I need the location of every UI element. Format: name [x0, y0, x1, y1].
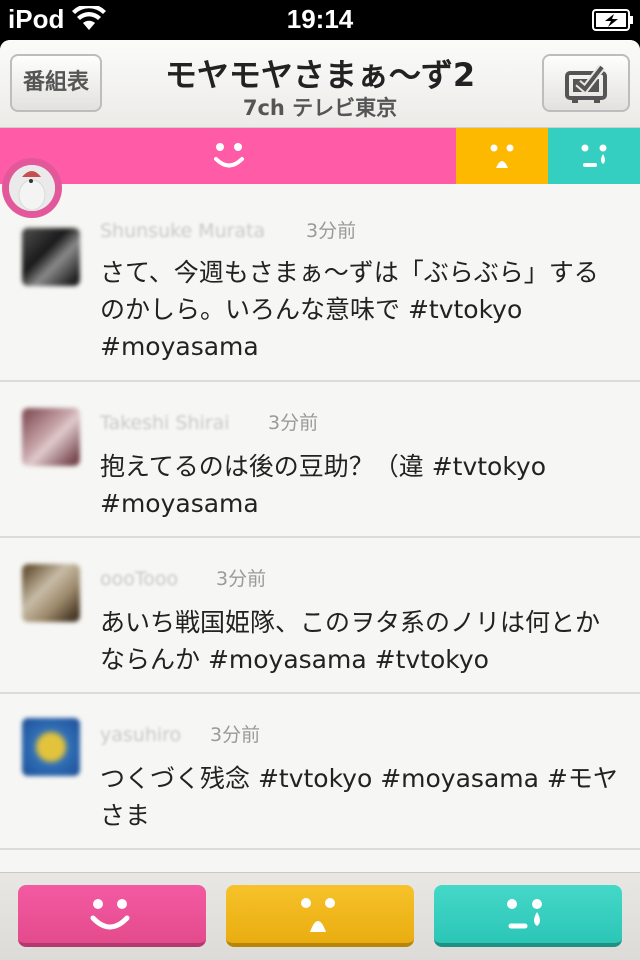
tweet-item[interactable]: Takeshi Shirai 3分前 抱えてるのは後の豆助？（違 #tvtoky… — [0, 382, 640, 538]
mood-worried-segment — [456, 128, 548, 184]
crying-face-icon — [507, 899, 542, 929]
page-title: モヤモヤさまぁ〜ず2 — [164, 56, 476, 94]
status-bar: iPod 19:14 — [0, 0, 640, 40]
worried-face-icon — [490, 144, 514, 168]
battery-charging-icon — [592, 9, 633, 31]
worried-face-icon — [301, 898, 335, 932]
tweet-timestamp: 3分前 — [216, 568, 267, 590]
tweet-avatar — [22, 718, 80, 776]
tweet-feed[interactable]: Shunsuke Murata 3分前 さて、今週もさまぁ〜ずは「ぶらぶら」する… — [0, 184, 640, 872]
smile-face-icon — [90, 899, 130, 930]
tweet-item[interactable]: yasuhiro 3分前 つくづく残念 #tvtokyo #moyasama #… — [0, 694, 640, 850]
tweet-text: さて、今週もさまぁ〜ずは「ぶらぶら」するのかしら。いろんな意味で #tvtoky… — [100, 258, 599, 361]
tweet-timestamp: 3分前 — [210, 724, 261, 746]
tweet-item[interactable]: Shunsuke Murata 3分前 さて、今週もさまぁ〜ずは「ぶらぶら」する… — [0, 184, 640, 382]
tweet-timestamp: 3分前 — [306, 220, 357, 242]
tweet-username: Shunsuke Murata — [100, 220, 266, 242]
navigation-bar: 番組表 モヤモヤさまぁ〜ず2 7ch テレビ東京 — [0, 40, 640, 128]
mood-sad-segment — [548, 128, 640, 184]
channel-subtitle: 7ch テレビ東京 — [242, 96, 398, 120]
tweet-text: 抱えてるのは後の豆助？（違 #tvtokyo #moyasama — [100, 452, 547, 518]
user-avatar-badge[interactable] — [2, 158, 62, 218]
tweet-text: あいち戦国姫隊、このヲタ系のノリは何とかならんか #moyasama #tvto… — [100, 608, 601, 674]
reaction-toolbar — [0, 872, 640, 960]
crying-face-icon — [581, 144, 607, 167]
app-screen: 番組表 モヤモヤさまぁ〜ず2 7ch テレビ東京 Shunsuke Murata… — [0, 40, 640, 960]
tweet-timestamp: 3分前 — [268, 412, 319, 434]
mood-happy-segment — [0, 128, 456, 184]
worried-reaction-button[interactable] — [226, 885, 414, 947]
tweet-text: つくづく残念 #tvtokyo #moyasama #モヤさま — [100, 764, 618, 830]
tweet-username: oooTooo — [100, 568, 179, 590]
tweet-avatar — [22, 564, 80, 622]
smile-face-icon — [214, 143, 244, 168]
tweet-avatar — [22, 228, 80, 286]
tweet-item[interactable]: oooTooo 3分前 あいち戦国姫隊、このヲタ系のノリは何とかならんか #mo… — [0, 538, 640, 694]
mood-meter — [0, 128, 640, 184]
tweet-username: yasuhiro — [100, 724, 182, 746]
tv-check-icon — [565, 64, 607, 103]
tweet-username: Takeshi Shirai — [100, 412, 230, 434]
tweet-avatar — [22, 408, 80, 466]
status-time: 19:14 — [286, 4, 354, 34]
tv-checkin-button[interactable] — [542, 54, 630, 112]
tweet-item[interactable] — [0, 850, 640, 872]
program-guide-button[interactable]: 番組表 — [10, 54, 102, 112]
happy-reaction-button[interactable] — [18, 885, 206, 947]
avatar — [9, 165, 55, 211]
sad-reaction-button[interactable] — [434, 885, 622, 947]
